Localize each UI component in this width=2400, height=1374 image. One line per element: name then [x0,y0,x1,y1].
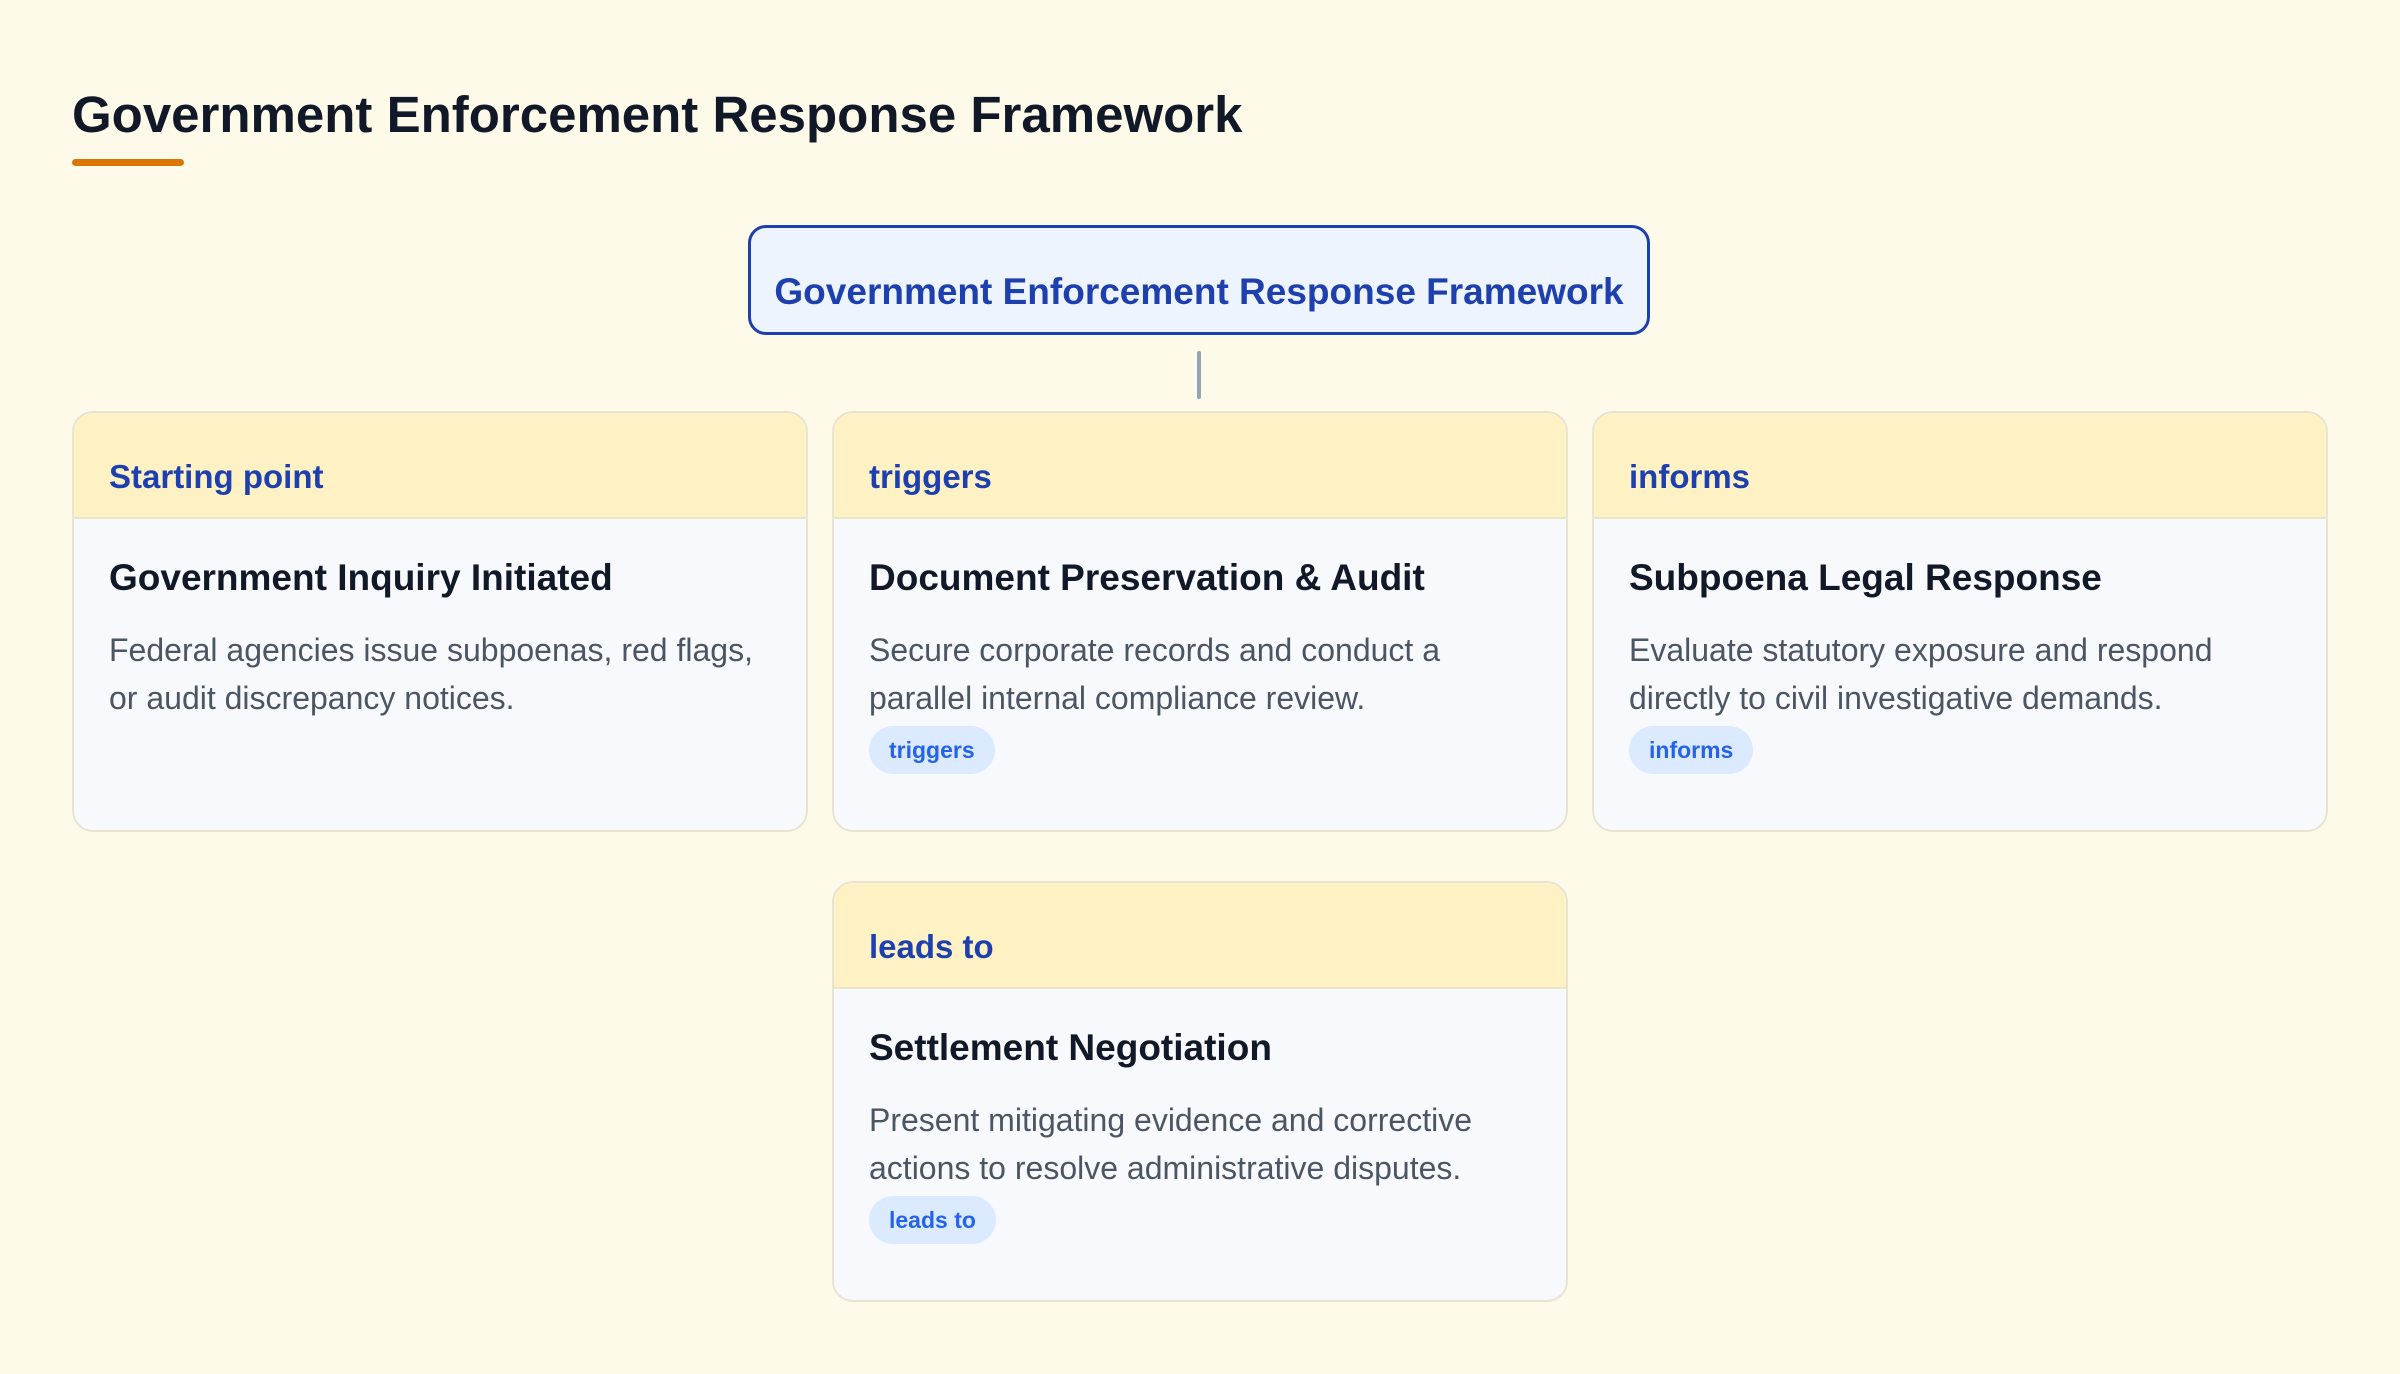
card-title: Subpoena Legal Response [1629,557,2102,598]
card-header: leads to [834,883,1566,989]
card-document-preservation[interactable]: triggers Document Preservation & Audit S… [832,411,1568,832]
card-title: Government Inquiry Initiated [109,557,613,598]
card-description: Present mitigating evidence and correcti… [869,1102,1472,1186]
card-title: Document Preservation & Audit [869,557,1425,598]
title-underline [72,159,184,166]
page-title: Government Enforcement Response Framewor… [72,86,1243,143]
card-subpoena-response[interactable]: informs Subpoena Legal Response Evaluate… [1592,411,2328,832]
card-title: Settlement Negotiation [869,1027,1272,1068]
card-body: Government Inquiry Initiated Federal age… [74,519,806,722]
card-body: Subpoena Legal Response Evaluate statuto… [1594,519,2326,774]
card-settlement-negotiation[interactable]: leads to Settlement Negotiation Present … [832,881,1568,1302]
card-tag: triggers [869,458,992,495]
card-body: Document Preservation & Audit Secure cor… [834,519,1566,774]
root-node-label: Government Enforcement Response Framewor… [774,271,1624,312]
card-government-inquiry[interactable]: Starting point Government Inquiry Initia… [72,411,808,832]
relation-badge: leads to [869,1196,996,1244]
root-node[interactable]: Government Enforcement Response Framewor… [748,225,1650,335]
card-description: Federal agencies issue subpoenas, red fl… [109,632,753,716]
card-body: Settlement Negotiation Present mitigatin… [834,989,1566,1244]
card-header: informs [1594,413,2326,519]
card-header: triggers [834,413,1566,519]
relation-badge: triggers [869,726,995,774]
card-tag: Starting point [109,458,324,495]
card-description: Evaluate statutory exposure and respond … [1629,632,2213,716]
root-connector-line [1197,351,1201,399]
card-tag: informs [1629,458,1751,495]
card-header: Starting point [74,413,806,519]
card-description: Secure corporate records and conduct a p… [869,632,1440,716]
card-tag: leads to [869,928,994,965]
relation-badge: informs [1629,726,1754,774]
